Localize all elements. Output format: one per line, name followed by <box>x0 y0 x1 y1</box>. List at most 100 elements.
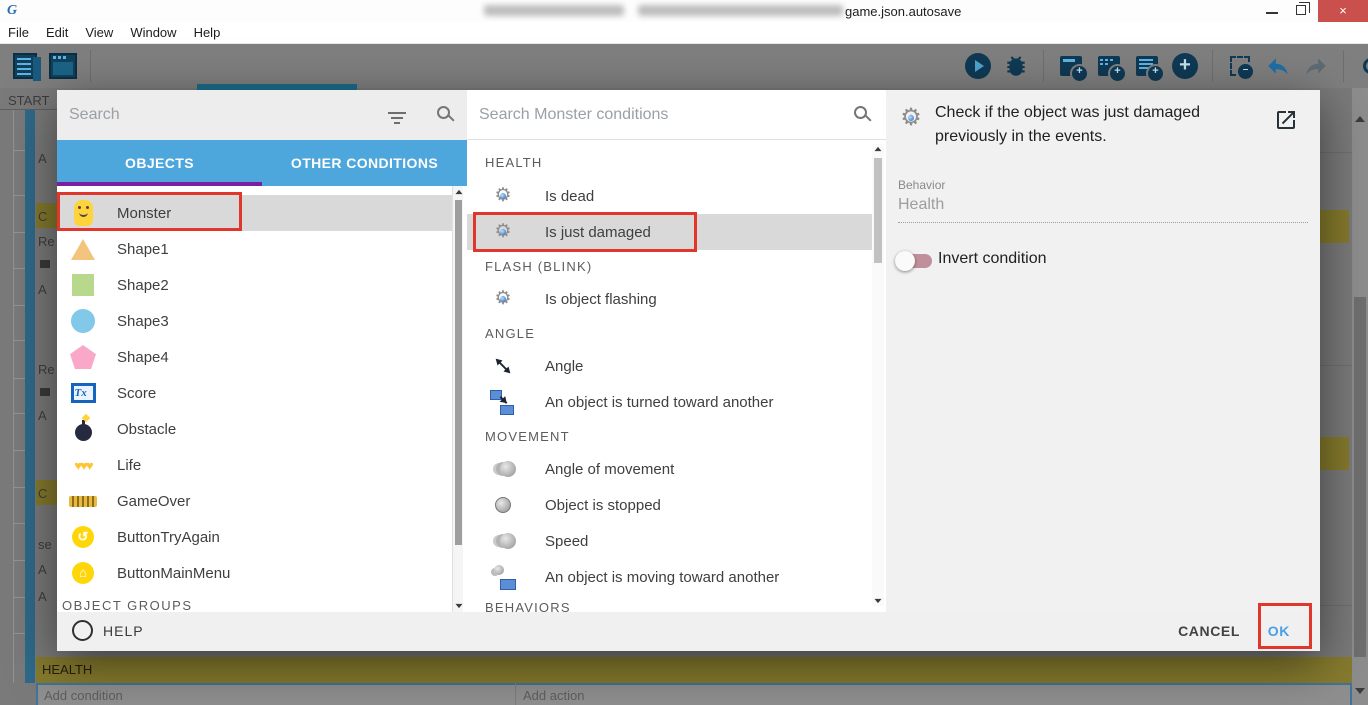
condition-description: Check if the object was just damaged pre… <box>935 104 1201 145</box>
search-icon[interactable] <box>437 106 450 119</box>
conditions-scrollbar[interactable] <box>872 144 884 606</box>
condition-row-moving-toward[interactable]: An object is moving toward another <box>467 559 872 595</box>
add-condition-link[interactable]: Add condition <box>44 688 123 703</box>
object-row-shape3[interactable]: Shape3 <box>57 303 452 339</box>
object-row-monster[interactable]: Monster <box>57 195 452 231</box>
object-row-buttonmainmenu[interactable]: ButtonMainMenu <box>57 555 452 591</box>
add-action-link[interactable]: Add action <box>523 688 584 703</box>
minimize-button[interactable] <box>1266 12 1278 14</box>
conditions-search-input[interactable] <box>479 102 779 128</box>
object-row-buttontryagain[interactable]: ButtonTryAgain <box>57 519 452 555</box>
behavior-field-label: Behavior <box>898 178 946 192</box>
comment-event-row[interactable] <box>36 657 1352 683</box>
moving-circles-icon <box>487 533 519 549</box>
object-row-shape2[interactable]: Shape2 <box>57 267 452 303</box>
ok-button[interactable]: OK <box>1268 623 1290 639</box>
undo-icon[interactable] <box>1263 51 1293 81</box>
scroll-up-arrow-icon[interactable] <box>1355 116 1365 122</box>
add-subevent-icon[interactable] <box>1094 51 1127 83</box>
menu-edit[interactable]: Edit <box>46 25 68 40</box>
scene-tab[interactable]: START <box>8 93 49 108</box>
add-comment-icon[interactable] <box>1132 51 1165 83</box>
search-events-icon[interactable] <box>1356 51 1368 81</box>
debugger-icon[interactable] <box>1001 51 1031 81</box>
object-row-obstacle[interactable]: Obstacle <box>57 411 452 447</box>
condition-row-is-dead[interactable]: Is dead <box>467 178 872 214</box>
restart-button-icon <box>65 526 101 548</box>
close-button[interactable]: × <box>1318 0 1368 22</box>
condition-group-header: BEHAVIORS <box>485 600 571 612</box>
event-text-fragment: C <box>38 486 48 501</box>
condition-row-is-object-flashing[interactable]: Is object flashing <box>467 281 872 317</box>
condition-row-turned-toward[interactable]: An object is turned toward another <box>467 384 872 420</box>
objects-search-bar <box>57 90 467 140</box>
condition-row-angle-of-movement[interactable]: Angle of movement <box>467 451 872 487</box>
event-text-fragment: A <box>38 589 47 604</box>
text-object-icon <box>65 383 101 403</box>
scroll-down-arrow-icon[interactable] <box>1355 688 1365 694</box>
menu-view[interactable]: View <box>85 25 113 40</box>
condition-row-angle[interactable]: Angle <box>467 348 872 384</box>
condition-row-is-just-damaged[interactable]: Is just damaged <box>467 214 872 250</box>
objects-scrollbar-thumb[interactable] <box>455 200 462 545</box>
tab-other-conditions[interactable]: OTHER CONDITIONS <box>262 140 467 186</box>
behavior-field-value[interactable]: Health <box>898 196 1308 223</box>
preview-play-icon[interactable] <box>963 51 993 81</box>
moving-toward-icon <box>487 564 519 590</box>
home-button-icon <box>65 562 101 584</box>
comment-event-label: HEALTH <box>42 662 93 677</box>
events-sheet-icon[interactable] <box>10 51 41 81</box>
triangle-sprite-icon <box>65 238 101 260</box>
menu-help[interactable]: Help <box>194 25 221 40</box>
object-row-gameover[interactable]: GameOver <box>57 483 452 519</box>
menu-file[interactable]: File <box>8 25 29 40</box>
toolbar: + <box>0 44 1368 88</box>
add-event-icon[interactable] <box>1056 51 1089 83</box>
open-in-new-icon[interactable] <box>1274 108 1298 132</box>
comment-row-fragment <box>1320 437 1349 470</box>
object-row-life[interactable]: Life <box>57 447 452 483</box>
delete-event-icon[interactable] <box>1225 51 1255 81</box>
event-icon-fragment <box>40 260 50 268</box>
condition-details-panel: Check if the object was just damaged pre… <box>886 90 1320 612</box>
invert-condition-toggle[interactable] <box>895 251 932 271</box>
redo-icon[interactable] <box>1301 51 1331 81</box>
condition-row-speed[interactable]: Speed <box>467 523 872 559</box>
cancel-button[interactable]: CANCEL <box>1178 623 1240 639</box>
conditions-scrollbar-thumb[interactable] <box>874 158 882 263</box>
add-event-type-icon[interactable]: + <box>1170 51 1200 81</box>
behavior-gear-icon <box>897 104 925 132</box>
event-text-fragment: A <box>38 408 47 423</box>
stopped-circle-icon <box>487 497 519 513</box>
behavior-gear-icon <box>487 220 519 244</box>
condition-row-object-is-stopped[interactable]: Object is stopped <box>467 487 872 523</box>
event-icon-fragment <box>40 388 50 396</box>
help-button[interactable]: HELP <box>72 620 144 641</box>
events-scrollbar-thumb[interactable] <box>1354 297 1366 657</box>
comment-row-fragment <box>1320 210 1349 243</box>
help-icon <box>72 620 93 641</box>
menu-window[interactable]: Window <box>130 25 176 40</box>
event-text-fragment: A <box>38 282 47 297</box>
redacted-path-blur <box>638 5 843 16</box>
behavior-gear-icon <box>487 287 519 311</box>
objects-search-input[interactable] <box>69 102 369 128</box>
toggle-knob[interactable] <box>895 251 915 271</box>
restore-button[interactable] <box>1296 2 1310 15</box>
toolbar-separator <box>90 50 91 82</box>
monster-sprite-icon <box>65 200 101 226</box>
picker-tabs: OBJECTS OTHER CONDITIONS <box>57 140 467 186</box>
filter-icon[interactable] <box>388 112 406 124</box>
object-row-score[interactable]: Score <box>57 375 452 411</box>
redacted-path-blur <box>484 5 624 16</box>
behavior-gear-icon <box>487 184 519 208</box>
object-row-shape4[interactable]: Shape4 <box>57 339 452 375</box>
tab-objects[interactable]: OBJECTS <box>57 140 262 186</box>
search-icon[interactable] <box>854 106 867 119</box>
objects-scrollbar[interactable] <box>452 186 463 612</box>
circle-sprite-icon <box>65 309 101 333</box>
diagonal-arrows-icon <box>487 355 519 377</box>
toolbar-separator <box>1343 50 1344 82</box>
scene-editor-icon[interactable] <box>48 51 78 81</box>
object-row-shape1[interactable]: Shape1 <box>57 231 452 267</box>
